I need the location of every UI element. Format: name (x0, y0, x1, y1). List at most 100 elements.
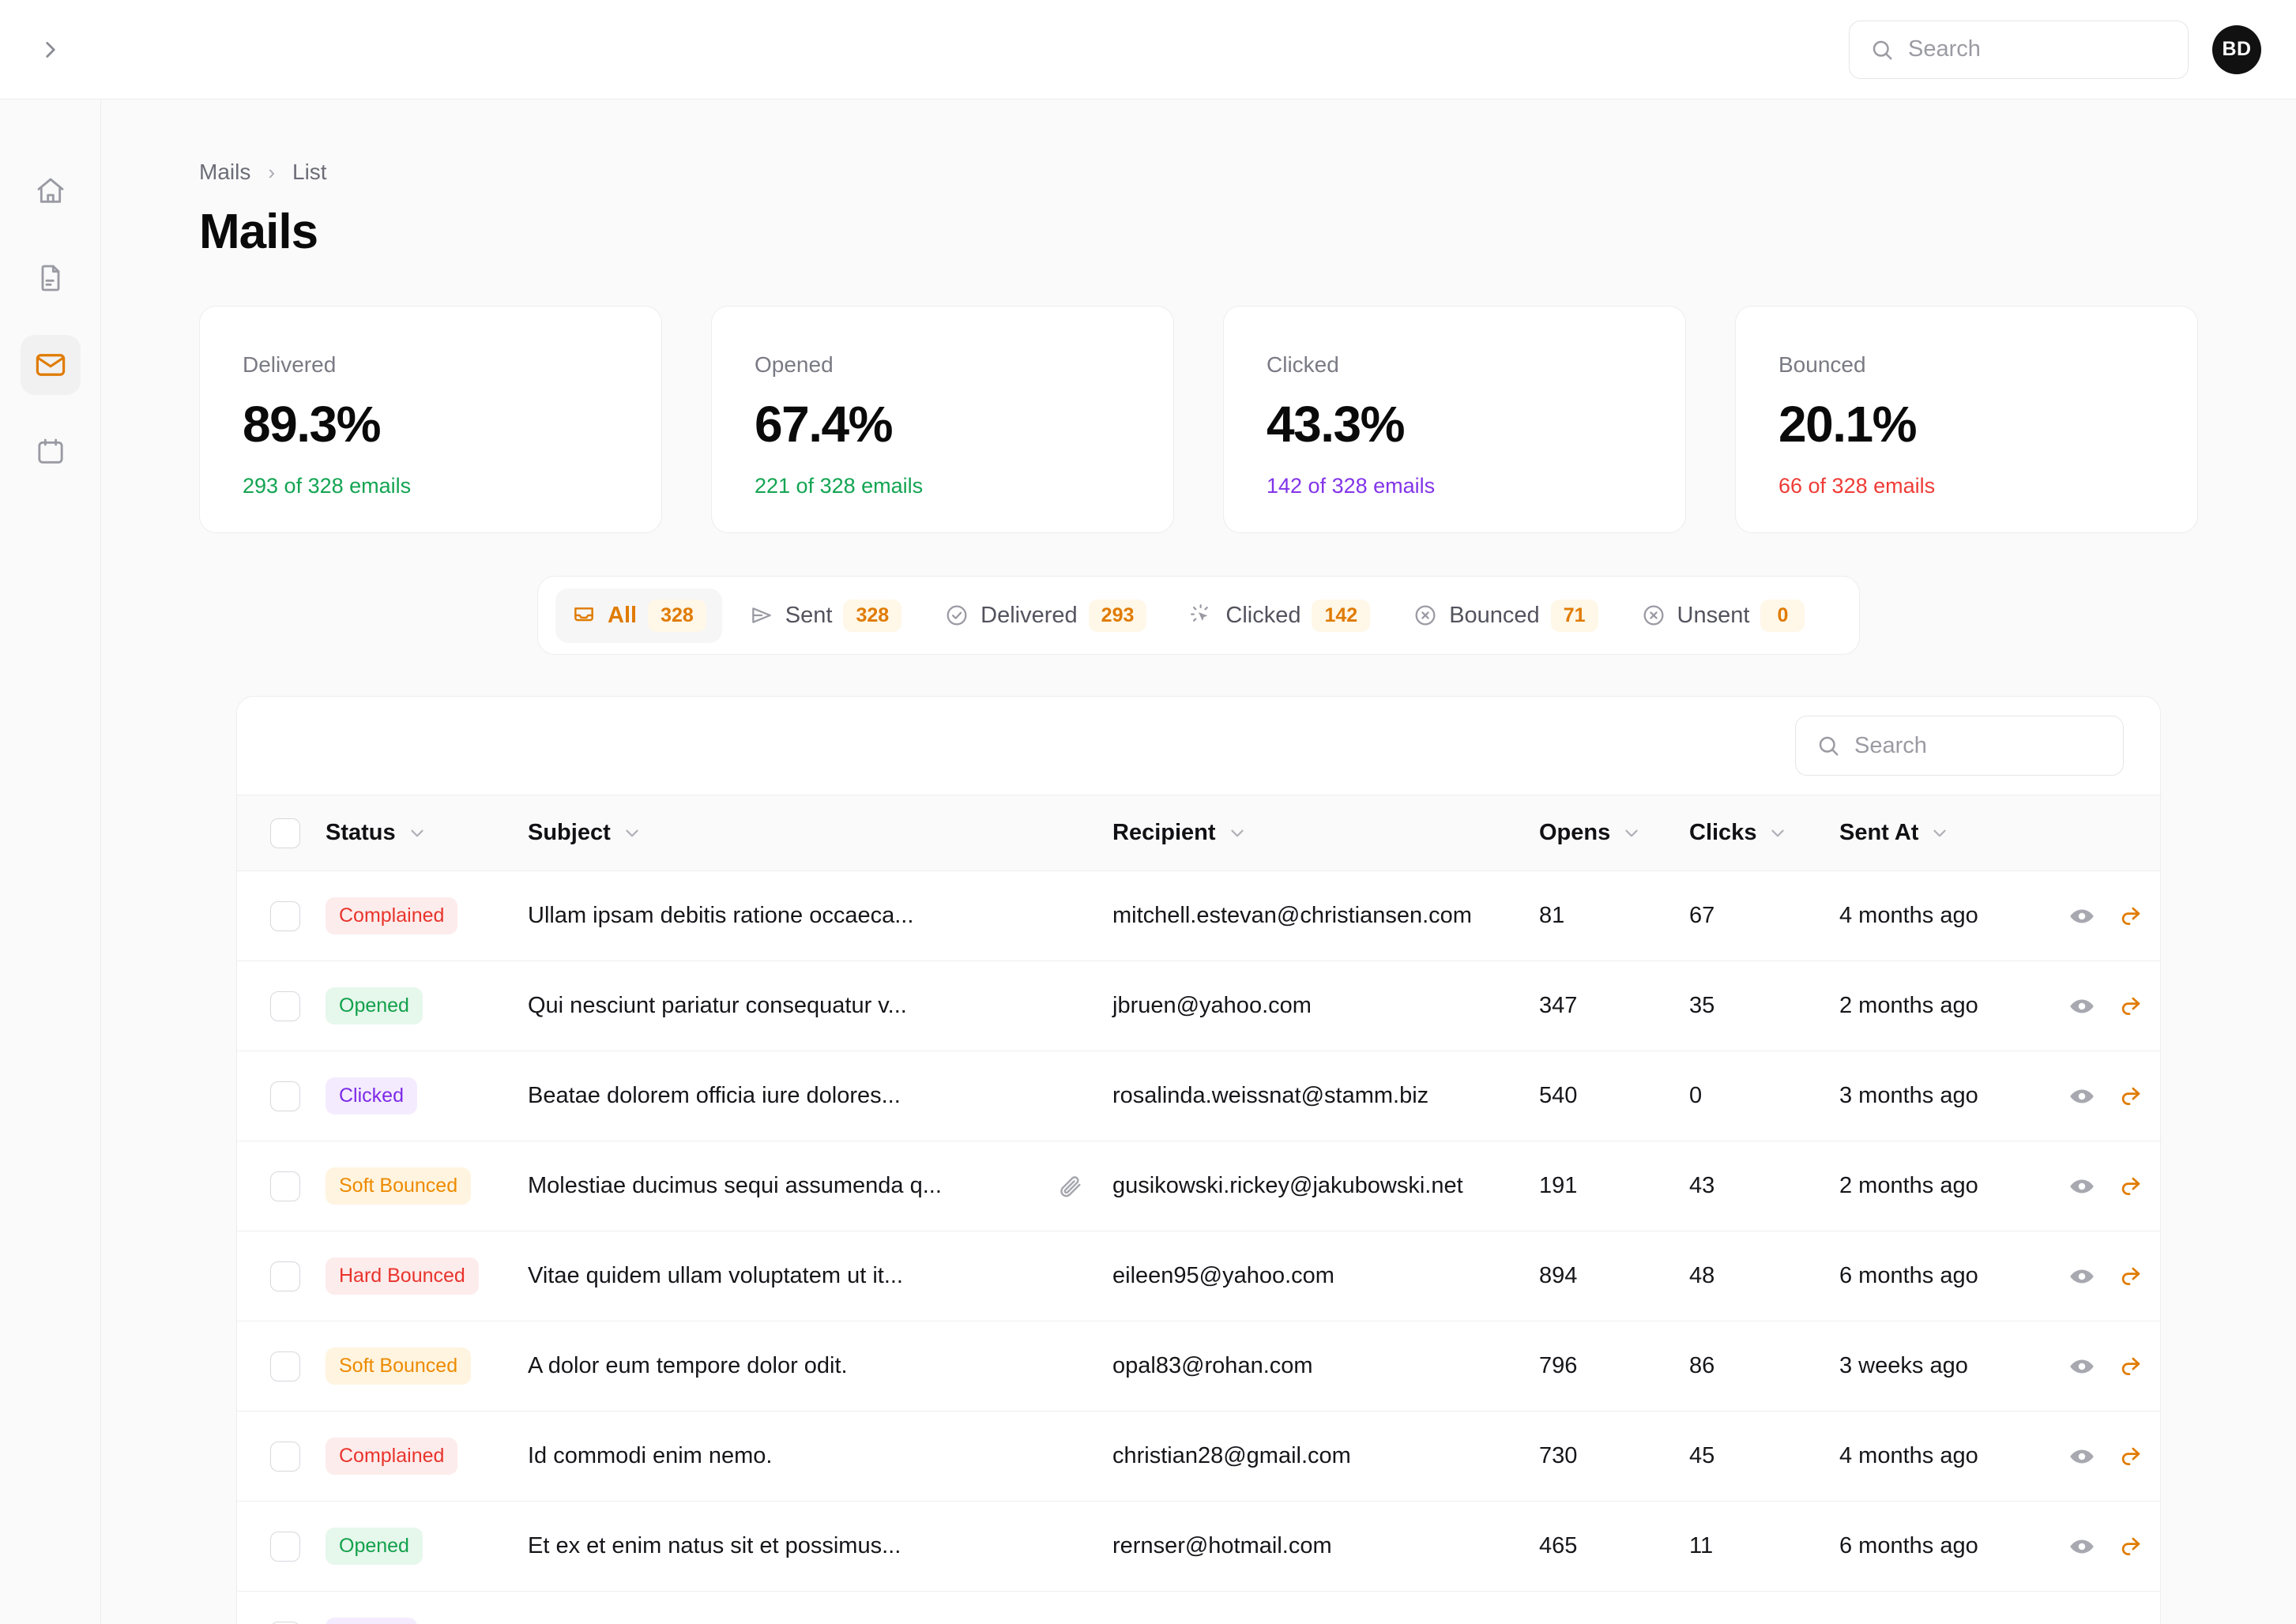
stat-card-bounced: Bounced 20.1% 66 of 328 emails (1735, 306, 2198, 533)
breadcrumb-root[interactable]: Mails (199, 160, 250, 185)
row-recipient-cell: jbruen@yahoo.com (1112, 993, 1312, 1018)
stat-card-delivered: Delivered 89.3% 293 of 328 emails (199, 306, 662, 533)
forward-mail-button[interactable] (2117, 1083, 2144, 1110)
filter-tab-all[interactable]: All 328 (555, 588, 722, 643)
table-search-input[interactable]: Search (1795, 716, 2124, 776)
row-checkbox[interactable] (270, 1621, 300, 1624)
eye-icon (2070, 1089, 2094, 1103)
stat-label: Bounced (1778, 352, 1866, 377)
sidebar-collapse-button[interactable] (0, 0, 101, 100)
row-checkbox[interactable] (270, 1261, 300, 1291)
row-checkbox[interactable] (270, 900, 300, 931)
subject-text: Id commodi enim nemo. (528, 1443, 773, 1468)
sidebar-item-mails[interactable] (20, 335, 81, 395)
table-row[interactable]: Opened Et ex et enim natus sit et possimu… (237, 1502, 2160, 1592)
subject-text: Beatae dolorem officia iure dolores... (528, 1083, 901, 1108)
eye-icon (2070, 1539, 2094, 1553)
forward-mail-button[interactable] (2117, 1353, 2144, 1380)
view-mail-button[interactable] (2068, 1353, 2095, 1380)
stat-sub: 293 of 328 emails (243, 474, 412, 498)
forward-arrow-icon (2121, 907, 2140, 925)
row-select-cell (237, 871, 326, 961)
sidebar-item-documents[interactable] (21, 248, 81, 308)
row-opens-cell: 540 (1539, 1083, 1578, 1108)
forward-mail-button[interactable] (2117, 1173, 2144, 1200)
column-label: Status (326, 820, 396, 845)
view-mail-button[interactable] (2068, 1083, 2095, 1110)
row-sent-at-cell: 6 months ago (1839, 1263, 1978, 1288)
status-badge: Complained (326, 897, 458, 934)
row-select-cell (237, 961, 326, 1051)
filter-tab-label: Delivered (981, 602, 1078, 628)
sidebar-item-calendar[interactable] (21, 422, 81, 482)
mails-table-card: Search Status Subject Recipient Opens Cl… (236, 696, 2161, 1624)
paperclip-icon (1060, 1175, 1081, 1197)
filter-tab-bounced[interactable]: Bounced 71 (1397, 588, 1613, 643)
avatar[interactable]: BD (2212, 24, 2261, 74)
view-mail-button[interactable] (2068, 993, 2095, 1020)
column-header-clicks[interactable]: Clicks (1689, 795, 1839, 871)
sidebar-item-home[interactable] (21, 161, 81, 221)
filter-tab-sent[interactable]: Sent 328 (733, 588, 917, 643)
stat-value: 20.1% (1778, 396, 1917, 453)
row-select-cell (237, 1231, 326, 1321)
filter-tab-clicked[interactable]: Clicked 142 (1173, 588, 1386, 643)
top-bar-right: Search BD (1849, 20, 2296, 79)
forward-mail-button[interactable] (2117, 1443, 2144, 1470)
row-checkbox[interactable] (270, 1531, 300, 1562)
row-status-cell: Soft Bounced (326, 1321, 528, 1412)
filter-tab-count: 0 (1760, 599, 1805, 632)
view-mail-button[interactable] (2068, 903, 2095, 930)
row-checkbox[interactable] (270, 1351, 300, 1382)
row-checkbox[interactable] (270, 1441, 300, 1472)
forward-mail-button[interactable] (2117, 993, 2144, 1020)
forward-mail-button[interactable] (2117, 903, 2144, 930)
select-all-checkbox[interactable] (270, 818, 300, 848)
column-header-recipient[interactable]: Recipient (1112, 795, 1539, 871)
breadcrumb-separator-icon: › (268, 160, 276, 184)
table-row[interactable]: Opened Qui nesciunt pariatur consequatur … (237, 961, 2160, 1051)
stat-value: 43.3% (1267, 396, 1405, 453)
row-clicks-cell: 0 (1689, 1083, 1703, 1108)
chevron-down-icon (1771, 829, 1785, 836)
forward-mail-button[interactable] (2117, 1263, 2144, 1290)
row-opens-cell: 347 (1539, 993, 1578, 1018)
table-row[interactable]: Soft Bounced Molestiae ducimus sequi assu… (237, 1141, 2160, 1231)
forward-mail-button[interactable] (2117, 1533, 2144, 1560)
row-subject-cell: Molestiae ducimus sequi assumenda q... (528, 1141, 1112, 1231)
table-row[interactable]: Clicked (237, 1592, 2160, 1624)
global-search-placeholder: Search (1908, 36, 1981, 62)
row-select-cell (237, 1321, 326, 1412)
view-mail-button[interactable] (2068, 1173, 2095, 1200)
row-status-cell: Hard Bounced (326, 1231, 528, 1321)
table-row[interactable]: Clicked Beatae dolorem officia iure dolor… (237, 1051, 2160, 1141)
row-actions-cell (2068, 1592, 2160, 1624)
status-badge: Clicked (326, 1077, 417, 1115)
filter-tab-delivered[interactable]: Delivered 293 (928, 588, 1162, 643)
column-header-opens[interactable]: Opens (1539, 795, 1689, 871)
row-checkbox[interactable] (270, 1171, 300, 1201)
global-search-input[interactable]: Search (1849, 20, 2189, 79)
breadcrumb-current[interactable]: List (292, 160, 327, 185)
table-row[interactable]: Soft Bounced A dolor eum tempore dolor od… (237, 1321, 2160, 1412)
row-checkbox[interactable] (270, 991, 300, 1021)
row-checkbox[interactable] (270, 1081, 300, 1111)
view-mail-button[interactable] (2068, 1443, 2095, 1470)
table-row[interactable]: Complained Ullam ipsam debitis ratione oc… (237, 871, 2160, 961)
column-label: Opens (1539, 820, 1611, 845)
column-header-sent-at[interactable]: Sent At (1839, 795, 2068, 871)
filter-tab-count: 71 (1550, 599, 1598, 632)
view-mail-button[interactable] (2068, 1263, 2095, 1290)
x-circle-icon (1415, 605, 1436, 626)
table-row[interactable]: Complained Id commodi enim nemo. christian… (237, 1412, 2160, 1502)
view-mail-button[interactable] (2068, 1533, 2095, 1560)
filter-tab-label: Sent (785, 602, 833, 628)
forward-arrow-icon (2121, 1087, 2140, 1105)
column-header-subject[interactable]: Subject (528, 795, 1112, 871)
attachment-indicator (1057, 1173, 1084, 1200)
stat-value: 89.3% (243, 396, 381, 453)
table-row[interactable]: Hard Bounced Vitae quidem ullam voluptate… (237, 1231, 2160, 1321)
column-header-status[interactable]: Status (326, 795, 528, 871)
filter-tab-unsent[interactable]: Unsent 0 (1625, 588, 1821, 643)
row-actions-cell (2068, 1412, 2160, 1502)
